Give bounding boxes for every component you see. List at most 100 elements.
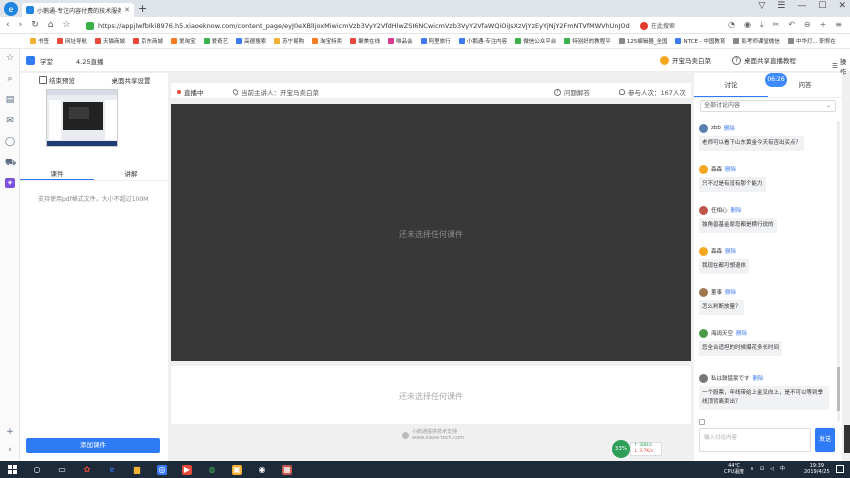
bookmark-item[interactable]: 淘宝特卖 — [312, 37, 342, 45]
url-field[interactable]: https://appjlwfbIki8976.h5.xiaoeknow.com… — [86, 19, 634, 32]
minimize-icon[interactable]: — — [797, 1, 806, 11]
search-icon[interactable]: ⌕ — [5, 74, 15, 84]
notification-icon[interactable] — [836, 465, 844, 473]
delete-message-link[interactable]: 删除 — [724, 124, 735, 132]
delete-message-link[interactable]: 删除 — [725, 165, 736, 173]
bookmark-item[interactable]: NTCE - 中国教育 — [675, 37, 725, 45]
bookmark-icon — [95, 38, 102, 44]
send-button[interactable]: 发送 — [815, 428, 835, 452]
delete-message-link[interactable]: 删除 — [725, 288, 736, 296]
delete-message-link[interactable]: 删除 — [736, 329, 747, 337]
browser-tab-bar: e 小鹅通-专注内容付费的技术服务商 ✕ + ▽ ☰ — ☐ ✕ — [0, 0, 850, 17]
active-browser-icon[interactable]: ◎ — [157, 464, 167, 475]
current-speaker: 当前主讲人：开宝马卖白菜 — [231, 87, 319, 97]
bookmark-item[interactable]: 小鹅通-专注内容 — [458, 37, 507, 45]
zoom-icon[interactable]: ⊖ — [804, 20, 811, 30]
bookmark-item[interactable]: 125编辑器_全国 — [618, 37, 667, 45]
bookmark-item[interactable]: 天猫商城 — [95, 37, 125, 45]
bookmark-item[interactable]: 中华灯... 职称在 — [787, 37, 836, 45]
record-app-icon[interactable]: ▦ — [282, 464, 292, 475]
cart-icon[interactable]: ⛟ — [5, 158, 16, 168]
tab-explain[interactable]: 讲解 — [94, 167, 168, 180]
bookmark-item[interactable]: 苏宁易购 — [274, 37, 304, 45]
bookmark-item[interactable]: 爱淘宝 — [171, 37, 196, 45]
bookmark-item[interactable]: 唯品会 — [388, 37, 413, 45]
video-app-icon[interactable]: ▶ — [182, 464, 192, 475]
back-icon[interactable]: ‹ — [6, 20, 10, 30]
end-preview-tab[interactable]: 结束预览 — [20, 75, 94, 85]
new-tab-icon[interactable]: + — [138, 2, 147, 16]
note-icon[interactable]: ▤ — [5, 95, 15, 105]
favorite-star-icon[interactable]: ☆ — [62, 20, 70, 30]
panel-edge-handle[interactable] — [844, 425, 850, 453]
add-courseware-button[interactable]: 添加课件 — [26, 438, 160, 453]
game-icon[interactable]: ◉ — [744, 20, 751, 30]
app-shortcut-icon[interactable]: ✿ — [82, 465, 92, 475]
close-window-icon[interactable]: ✕ — [838, 1, 846, 11]
share-settings-tab[interactable]: 桌面共享设置 — [94, 75, 168, 85]
no-courseware-text: 还未选择任何课件 — [399, 230, 463, 239]
message-scrollbar[interactable] — [837, 121, 840, 421]
delete-message-link[interactable]: 删除 — [731, 206, 742, 214]
star-icon[interactable]: ☆ — [5, 53, 15, 63]
delete-message-link[interactable]: 删除 — [753, 374, 764, 382]
qa-button[interactable]: ? 问题解答 — [554, 87, 590, 97]
emoji-icon[interactable] — [699, 419, 705, 425]
app-icon[interactable]: ◈ — [5, 178, 15, 188]
network-icon[interactable]: ⊡ — [760, 466, 764, 472]
tool-app-icon[interactable]: ▣ — [232, 464, 242, 475]
help-tutorial-link[interactable]: ? 桌面共享直播教程 — [732, 55, 796, 65]
mail-icon[interactable]: ✉ — [5, 116, 15, 126]
shield-icon[interactable]: ▽ — [758, 1, 765, 11]
browser-logo-icon[interactable]: e — [4, 2, 18, 16]
maximize-icon[interactable]: ☐ — [818, 1, 826, 11]
download-icon[interactable]: ⤓ — [760, 20, 764, 30]
task-view-icon[interactable]: ▭ — [57, 465, 67, 475]
bookmark-item[interactable]: 影考师课堂微信 — [733, 37, 780, 45]
bookmark-item[interactable]: 爱奇艺 — [203, 37, 228, 45]
bookmark-item[interactable]: 网址导航 — [57, 37, 87, 45]
chrome-icon[interactable]: ◉ — [257, 465, 267, 475]
tab-close-icon[interactable]: ✕ — [124, 6, 130, 14]
refresh-icon[interactable]: ↻ — [31, 20, 39, 30]
extension-icon[interactable]: ◔ — [728, 20, 735, 30]
bookmark-item[interactable]: 京东商城 — [133, 37, 163, 45]
school-name[interactable]: 学堂 — [40, 56, 53, 66]
tray-expand-icon[interactable]: ∧ — [750, 466, 754, 472]
folder-icon[interactable]: ▆ — [132, 465, 142, 475]
url-text[interactable]: https://appjlwfbIki8976.h5.xiaoeknow.com… — [98, 22, 634, 30]
sidebar-add-icon[interactable]: + — [5, 427, 15, 437]
undo-icon[interactable]: ↶ — [788, 20, 795, 30]
menu-icon[interactable]: ≡ — [835, 20, 842, 30]
tab-courseware[interactable]: 课件 — [20, 167, 94, 180]
add-icon[interactable]: + — [820, 20, 827, 30]
bookmark-item[interactable]: 聚美在线 — [350, 37, 380, 45]
bookmark-item[interactable]: 微信公众平台 — [515, 37, 556, 45]
discussion-filter-select[interactable]: 全部讨论内容 ⌄ — [700, 100, 836, 112]
browser-tab[interactable]: 小鹅通-专注内容付费的技术服务商 ✕ — [22, 3, 134, 17]
ie-browser-icon[interactable]: e — [107, 465, 117, 475]
skin-icon[interactable]: ☰ — [777, 1, 785, 11]
forward-icon[interactable]: › — [19, 20, 23, 30]
browser-search-box[interactable]: 在此搜索 — [640, 19, 720, 32]
windows-start-icon[interactable] — [8, 465, 17, 474]
sidebar-collapse-icon[interactable]: ‹ — [5, 445, 15, 455]
bookmark-item[interactable]: 书签 — [30, 37, 49, 45]
ime-indicator[interactable]: 中 — [780, 466, 785, 472]
search-icon[interactable]: ○ — [32, 465, 42, 475]
home-icon[interactable]: ⌂ — [48, 20, 54, 30]
wechat-icon[interactable]: ◍ — [207, 465, 217, 475]
host-button[interactable]: 开宝马卖白菜 — [660, 55, 711, 65]
delete-message-link[interactable]: 删除 — [725, 247, 736, 255]
cut-icon[interactable]: ✂ — [772, 20, 779, 30]
bookmark-item[interactable]: 阿里旅行 — [420, 37, 451, 45]
tab-discuss[interactable]: 讨论 — [694, 73, 768, 97]
discussion-input[interactable]: 输入讨论内容 — [699, 428, 811, 452]
bookmark-item[interactable]: 高德搜索 — [236, 37, 266, 45]
network-monitor[interactable]: 33% ↑ 2BB/s ↓ 3.7K/s — [612, 440, 662, 458]
bookmark-label: 书签 — [38, 39, 50, 45]
volume-icon[interactable]: ◁ — [770, 466, 774, 472]
system-clock[interactable]: 19:39 2019/4/25 — [804, 463, 830, 475]
chat-icon[interactable]: ◯ — [5, 137, 15, 147]
bookmark-item[interactable]: 特别好的教程平 — [564, 37, 611, 45]
